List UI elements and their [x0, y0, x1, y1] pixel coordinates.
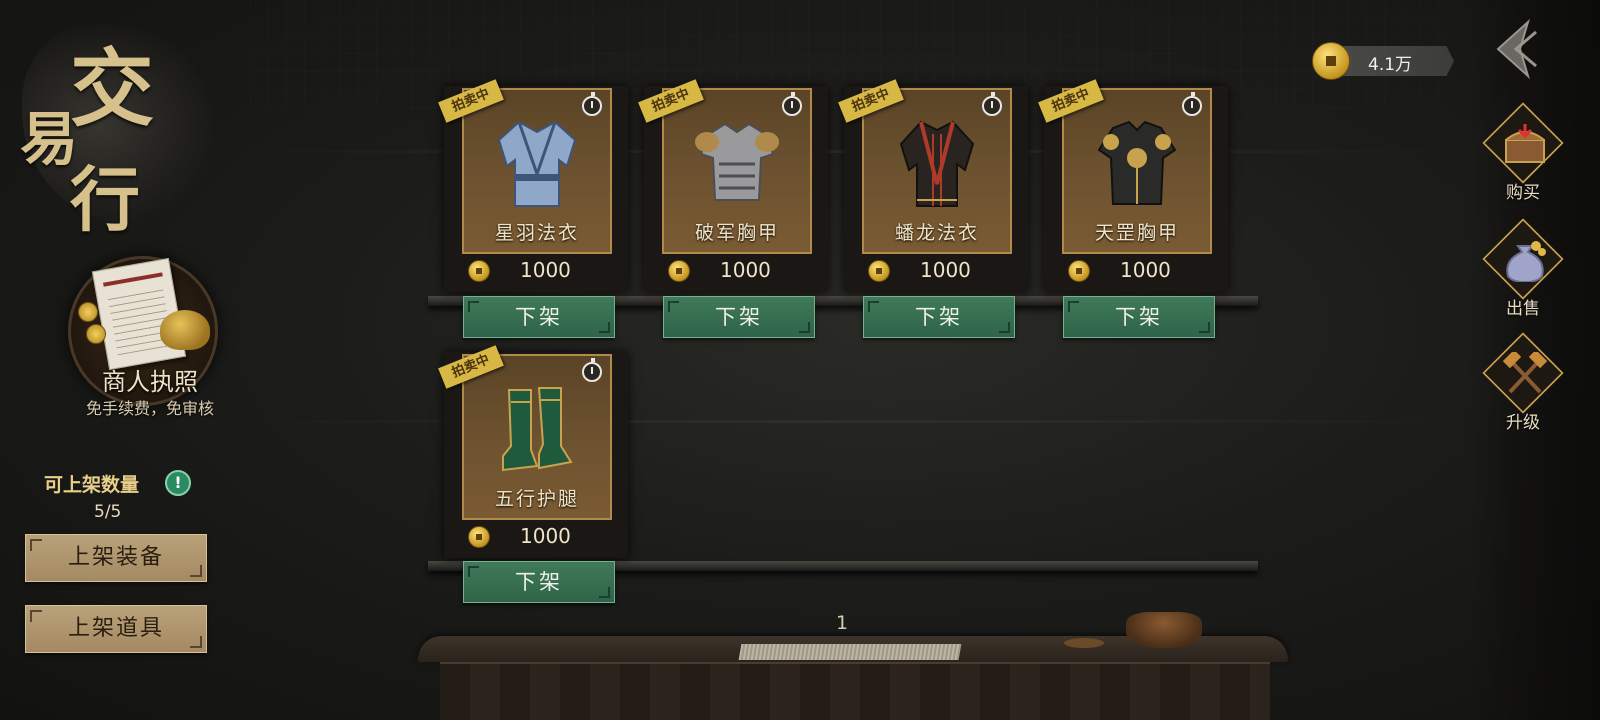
timer-icon — [582, 92, 602, 116]
gold-coin-icon — [468, 526, 490, 548]
treasure-chest-icon — [1505, 124, 1545, 163]
delist-button[interactable]: 下架 — [863, 296, 1015, 338]
item-frame: 天罡胸甲 — [1062, 88, 1212, 254]
price-row: 1000 — [466, 524, 616, 552]
currency-value: 4.1万 — [1368, 55, 1413, 75]
timer-icon — [582, 358, 602, 382]
coin-icon — [78, 302, 98, 322]
gold-coin-icon — [868, 260, 890, 282]
armor-icon — [695, 122, 779, 201]
golden-toad-icon — [160, 310, 210, 350]
nav-sell-label: 出售 — [1506, 299, 1540, 319]
timer-icon — [782, 92, 802, 116]
coin-icon — [86, 324, 106, 344]
gold-coin-icon — [1312, 42, 1350, 80]
nav-buy-button[interactable]: 购买 — [1478, 102, 1568, 218]
item-price: 1000 — [520, 258, 571, 282]
price-row: 1000 — [466, 258, 616, 286]
item-name: 破军胸甲 — [694, 222, 779, 244]
item-name: 蟠龙法衣 — [894, 222, 979, 244]
item-card[interactable]: 蟠龙法衣 拍卖中 1000 — [838, 79, 1028, 292]
license-subtitle: 免手续费，免审核 — [85, 399, 214, 418]
price-row: 1000 — [666, 258, 816, 286]
crossed-hammers-icon — [1502, 352, 1548, 394]
item-price: 1000 — [520, 524, 571, 548]
item-price: 1000 — [920, 258, 971, 282]
page-number: 1 — [836, 612, 849, 634]
item-frame: 破军胸甲 — [662, 88, 812, 254]
item-frame: 星羽法衣 — [462, 88, 612, 254]
delist-button[interactable]: 下架 — [1063, 296, 1215, 338]
delist-button[interactable]: 下架 — [463, 561, 615, 603]
background-shelf — [230, 420, 1460, 423]
gold-coin-icon — [468, 260, 490, 282]
nav-sell-button[interactable]: 出售 — [1478, 218, 1568, 334]
page-title: 交 易 行 — [12, 14, 212, 241]
boots-icon — [502, 387, 573, 472]
timer-icon — [982, 92, 1002, 116]
license-title: 商人执照 — [102, 368, 198, 396]
item-price: 1000 — [1120, 258, 1171, 282]
item-card[interactable]: 破军胸甲 拍卖中 1000 — [638, 79, 828, 292]
back-arrow-icon[interactable] — [1488, 18, 1544, 80]
desk-paper — [738, 644, 962, 660]
dragon-robe-icon — [899, 120, 975, 207]
gold-coin-icon — [668, 260, 690, 282]
item-name: 五行护腿 — [494, 488, 579, 510]
nav-upgrade-label: 升级 — [1506, 413, 1540, 433]
title-char: 交 — [70, 39, 155, 138]
price-row: 1000 — [1066, 258, 1216, 286]
timer-icon — [1182, 92, 1202, 116]
incense-burner-icon — [1126, 612, 1202, 648]
listing-count-value: 5/5 — [94, 502, 122, 522]
list-items-button[interactable]: 上架道具 — [25, 605, 207, 653]
item-frame: 蟠龙法衣 — [862, 88, 1012, 254]
gold-coin-icon — [1068, 260, 1090, 282]
currency-display: 4.1万 — [1312, 42, 1454, 80]
item-price: 1000 — [720, 258, 771, 282]
desk-carving — [440, 662, 1270, 720]
tea-cup-icon — [1064, 638, 1104, 648]
delist-button[interactable]: 下架 — [463, 296, 615, 338]
title-char: 行 — [70, 158, 140, 241]
item-frame: 五行护腿 — [462, 354, 612, 520]
robe-icon — [497, 120, 577, 207]
chest-armor-icon — [1097, 120, 1177, 205]
item-card[interactable]: 星羽法衣 拍卖中 1000 — [438, 79, 628, 292]
item-card[interactable]: 天罡胸甲 拍卖中 1000 — [1038, 79, 1228, 292]
delist-button[interactable]: 下架 — [663, 296, 815, 338]
price-row: 1000 — [866, 258, 1016, 286]
nav-upgrade-button[interactable]: 升级 — [1478, 332, 1568, 448]
listing-count-label: 可上架数量 — [44, 474, 140, 496]
list-equipment-button[interactable]: 上架装备 — [25, 534, 207, 582]
info-icon[interactable]: ! — [165, 470, 191, 496]
nav-buy-label: 购买 — [1506, 183, 1540, 203]
item-card[interactable]: 五行护腿 拍卖中 1000 — [438, 345, 628, 558]
merchant-license[interactable]: 商人执照 免手续费，免审核 — [60, 250, 230, 420]
money-bag-icon — [1506, 241, 1546, 282]
item-name: 天罡胸甲 — [1094, 222, 1179, 244]
item-name: 星羽法衣 — [494, 222, 579, 244]
